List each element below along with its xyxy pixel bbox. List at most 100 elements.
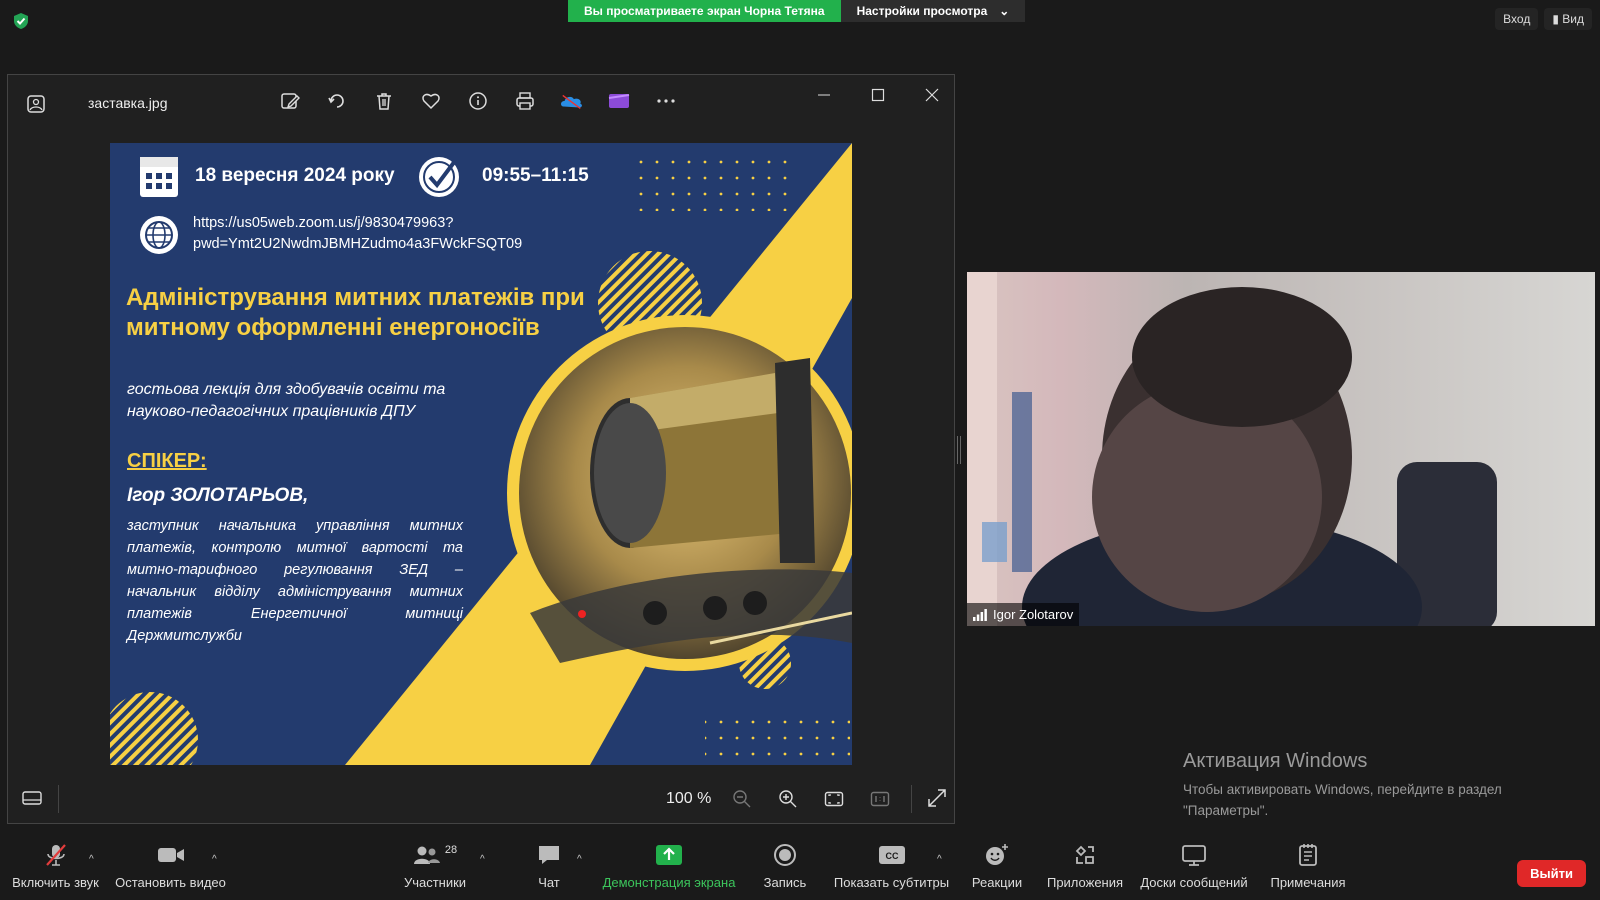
photos-titlebar: заставка.jpg	[8, 75, 954, 133]
poster-link-line1: https://us05web.zoom.us/j/9830479963?	[193, 215, 454, 231]
unmute-button[interactable]: Включить звук	[8, 840, 103, 900]
video-camera-icon	[157, 840, 185, 870]
photos-toolbar	[278, 89, 678, 113]
screen-share-banner: Вы просматриваете экран Чорна Тетяна Нас…	[568, 0, 1026, 22]
notes-button[interactable]: Примечания	[1265, 840, 1351, 900]
security-shield-icon[interactable]	[12, 12, 30, 30]
zoom-in-icon[interactable]	[776, 787, 800, 811]
svg-text:CC: CC	[885, 851, 898, 861]
view-settings-button[interactable]: Настройки просмотра ⌄	[840, 0, 1026, 22]
video-options-caret[interactable]: ^	[212, 854, 217, 865]
unmute-label: Включить звук	[12, 875, 99, 890]
participant-name-label: Igor Zolotarov	[967, 603, 1080, 626]
share-screen-button[interactable]: Демонстрация экрана	[603, 840, 735, 900]
record-button[interactable]: Запись	[757, 840, 813, 900]
zoom-out-icon[interactable]	[730, 787, 754, 811]
poster-image: 18 вересня 2024 року 09:55–11:15 https:/…	[110, 143, 852, 765]
stop-video-button[interactable]: Остановить видео	[113, 840, 228, 900]
file-name: заставка.jpg	[88, 95, 168, 111]
share-screen-label: Демонстрация экрана	[602, 875, 736, 890]
poster-time: 09:55–11:15	[482, 165, 589, 186]
window-controls	[814, 85, 942, 105]
zoom-controls	[730, 787, 892, 811]
poster-meeting-link: https://us05web.zoom.us/j/9830479963? pw…	[193, 213, 522, 255]
chat-button[interactable]: Чат	[524, 840, 574, 900]
show-captions-label: Показать субтитры	[833, 875, 950, 890]
show-captions-button[interactable]: CC Показать субтитры	[834, 840, 949, 900]
fit-to-window-icon[interactable]	[822, 787, 846, 811]
participants-button[interactable]: 28 Участники	[393, 840, 477, 900]
photos-app-icon	[27, 95, 45, 113]
reactions-label: Реакции	[971, 875, 1023, 890]
activation-text: Чтобы активировать Windows, перейдите в …	[1183, 782, 1502, 818]
zoom-meeting-window: Вы просматриваете экран Чорна Тетяна Нас…	[0, 0, 1600, 900]
close-icon[interactable]	[922, 85, 942, 105]
top-right-controls: Вход ▮ Вид	[1495, 8, 1592, 30]
actual-size-icon[interactable]	[868, 787, 892, 811]
whiteboards-button[interactable]: Доски сообщений	[1138, 840, 1250, 900]
delete-icon[interactable]	[372, 89, 396, 113]
captions-options-caret[interactable]: ^	[937, 854, 942, 865]
chat-icon	[537, 840, 561, 870]
participants-options-caret[interactable]: ^	[480, 854, 485, 865]
filmstrip-icon[interactable]	[22, 789, 42, 807]
participant-video-feed	[967, 272, 1595, 626]
print-icon[interactable]	[513, 89, 537, 113]
whiteboards-label: Доски сообщений	[1140, 875, 1248, 890]
windows-activation-watermark: Активация Windows Чтобы активировать Win…	[1183, 750, 1543, 821]
divider	[911, 785, 912, 813]
clock-check-icon	[419, 157, 459, 197]
more-icon[interactable]	[654, 89, 678, 113]
calendar-icon	[140, 157, 178, 197]
onedrive-icon[interactable]	[560, 89, 584, 113]
zoom-level[interactable]: 100 %	[666, 790, 711, 808]
clipchamp-icon[interactable]	[607, 89, 631, 113]
globe-icon	[140, 216, 178, 254]
chat-options-caret[interactable]: ^	[577, 854, 582, 865]
apps-button[interactable]: Приложения	[1045, 840, 1125, 900]
poster-title: Адміністрування митних платежів при митн…	[126, 284, 585, 341]
maximize-icon[interactable]	[868, 85, 888, 105]
photos-app-window: заставка.jpg 18 вересня 2024 року 09:55–…	[7, 74, 955, 824]
chat-label: Чат	[538, 875, 560, 890]
activation-heading: Активация Windows	[1183, 750, 1368, 772]
notes-icon	[1297, 840, 1319, 870]
signal-strength-icon	[973, 608, 987, 621]
info-icon[interactable]	[466, 89, 490, 113]
login-button[interactable]: Вход	[1495, 8, 1539, 30]
view-layout-icon: ▮	[1552, 12, 1559, 26]
participants-icon: 28	[413, 840, 457, 870]
stop-video-label: Остановить видео	[115, 875, 226, 890]
minimize-icon[interactable]	[814, 85, 834, 105]
participants-label: Участники	[403, 875, 467, 890]
share-screen-icon	[655, 840, 683, 870]
apps-icon	[1073, 840, 1097, 870]
leave-meeting-button[interactable]: Выйти	[1517, 860, 1586, 887]
record-icon	[773, 840, 797, 870]
fullscreen-icon[interactable]	[926, 787, 948, 809]
participant-name: Igor Zolotarov	[993, 607, 1074, 622]
whiteboard-icon	[1181, 840, 1207, 870]
audio-options-caret[interactable]: ^	[89, 854, 94, 865]
favorite-icon[interactable]	[419, 89, 443, 113]
view-button-label: Вид	[1562, 12, 1584, 26]
share-banner-text: Вы просматриваете экран Чорна Тетяна	[568, 0, 841, 22]
view-button[interactable]: ▮ Вид	[1544, 8, 1592, 30]
panel-splitter-handle[interactable]	[957, 436, 961, 464]
poster-speaker-description: заступник начальника управління митних п…	[127, 518, 463, 644]
rotate-icon[interactable]	[325, 89, 349, 113]
chevron-down-icon: ⌄	[999, 4, 1010, 18]
view-settings-label: Настройки просмотра	[856, 4, 988, 18]
reactions-smiley-icon	[984, 840, 1010, 870]
notes-label: Примечания	[1270, 875, 1346, 890]
edit-icon[interactable]	[278, 89, 302, 113]
muted-mic-icon	[43, 840, 69, 870]
record-label: Запись	[763, 875, 807, 890]
divider	[58, 785, 59, 813]
photos-bottom-bar: 100 %	[8, 775, 954, 823]
reactions-button[interactable]: Реакции	[971, 840, 1023, 900]
participant-video-tile[interactable]: Igor Zolotarov	[967, 272, 1595, 626]
closed-captions-icon: CC	[878, 840, 906, 870]
meeting-toolbar: Включить звук ^ Остановить видео ^ 28 Уч…	[0, 840, 1600, 900]
participants-count: 28	[444, 844, 458, 856]
